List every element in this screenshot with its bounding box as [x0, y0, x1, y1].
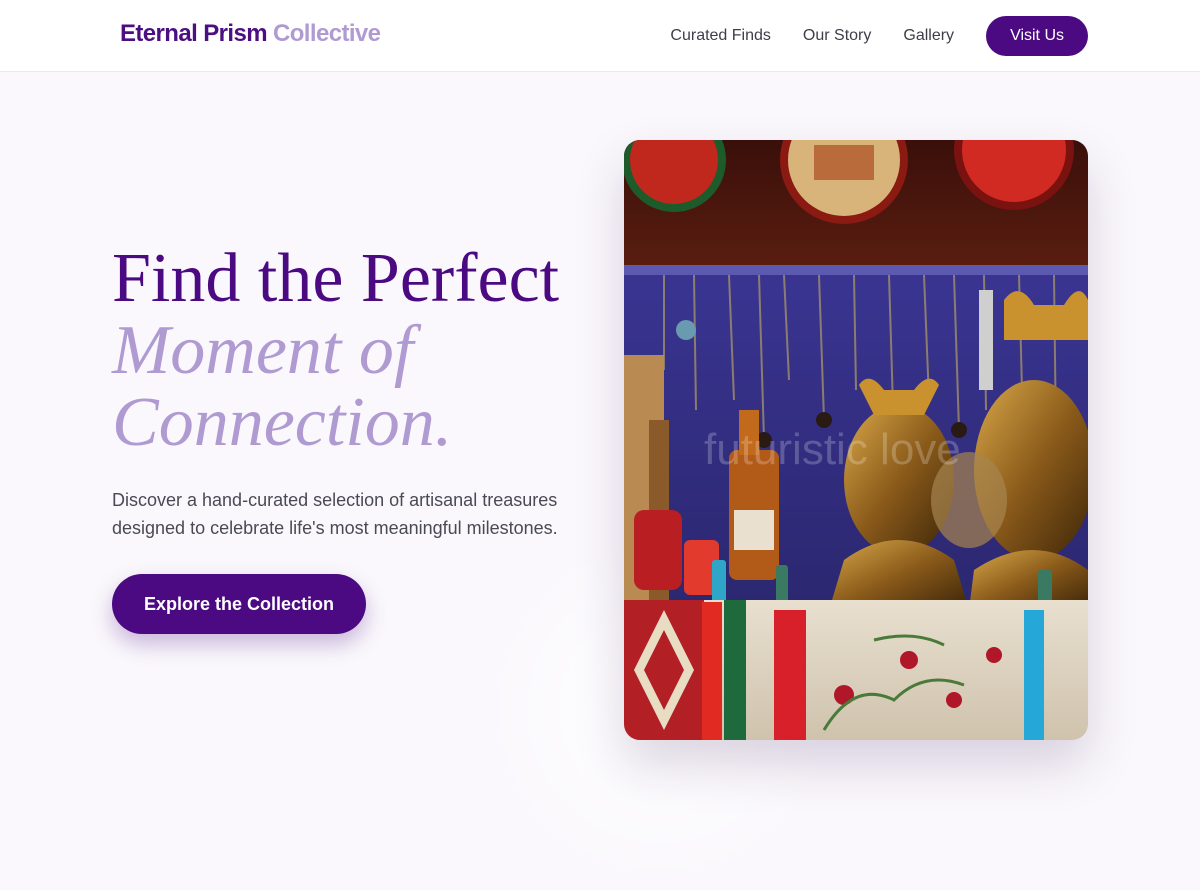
hero-description: Discover a hand-curated selection of art… — [112, 490, 558, 538]
image-watermark: futuristic love — [704, 425, 961, 474]
hero-image: futuristic love — [624, 140, 1088, 740]
hero-heading-line-1: Find the Perfect — [112, 240, 560, 317]
hero-heading: Find the Perfect Moment of Connection. — [112, 243, 559, 459]
nav-link-curated-finds[interactable]: Curated Finds — [670, 27, 771, 45]
brand-logo[interactable]: Eternal Prism Collective — [120, 20, 381, 48]
nav-link-gallery[interactable]: Gallery — [903, 27, 954, 45]
explore-collection-button[interactable]: Explore the Collection — [112, 574, 366, 634]
brand-name-primary: Eternal Prism — [120, 20, 268, 47]
brand-name-secondary: Collective — [273, 20, 381, 47]
site-header: Eternal Prism Collective Curated Finds O… — [0, 0, 1200, 72]
hero-heading-line-3: Connection. — [112, 384, 453, 461]
hero-heading-line-2: Moment of — [112, 312, 414, 389]
visit-us-button[interactable]: Visit Us — [986, 16, 1088, 56]
main-nav: Curated Finds Our Story Gallery Visit Us — [670, 0, 1088, 72]
nav-link-our-story[interactable]: Our Story — [803, 27, 871, 45]
